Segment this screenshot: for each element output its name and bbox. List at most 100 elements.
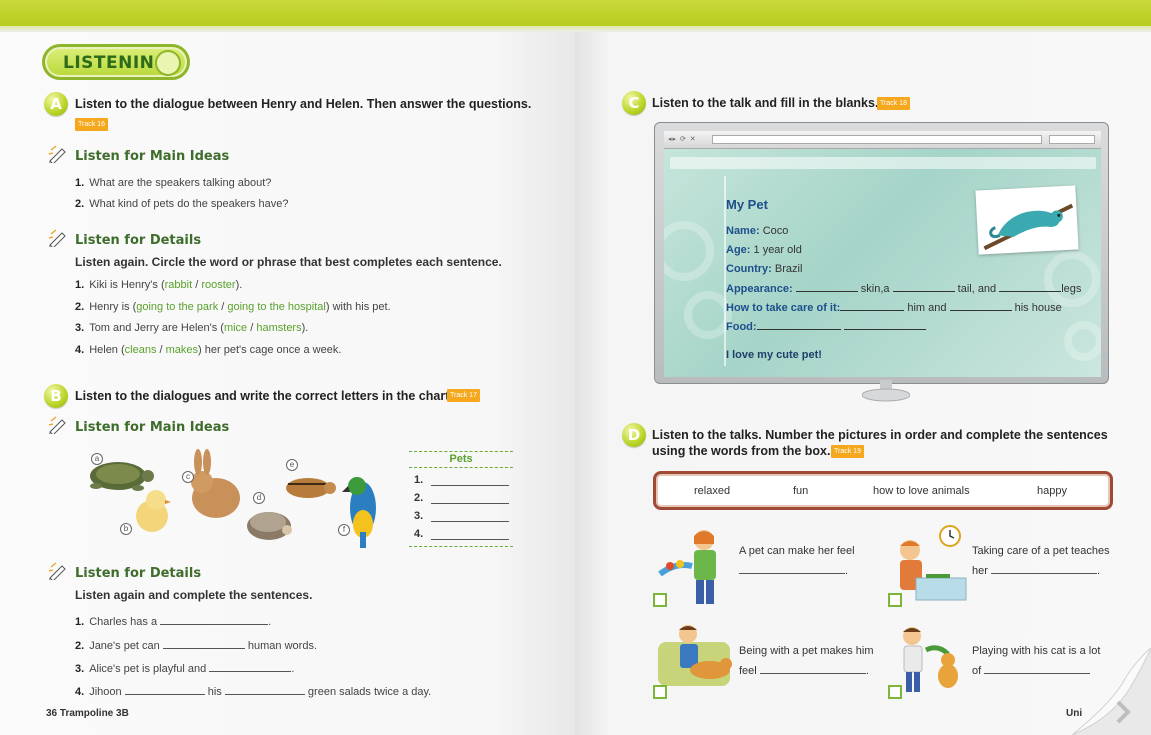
- option-separator: /: [156, 344, 166, 356]
- answer-blank[interactable]: [843, 320, 926, 330]
- section-b-instruction: Listen to the dialogues and write the co…: [75, 389, 453, 403]
- answer-blank[interactable]: [840, 301, 905, 311]
- d-sentence-text: her: [972, 565, 988, 577]
- a-main-ideas-heading: Listen for Main Ideas: [75, 149, 230, 164]
- d-sentence-text: .: [865, 665, 869, 677]
- pencil-icon: [48, 145, 66, 163]
- section-b-badge: B: [44, 384, 68, 408]
- order-number-box[interactable]: [653, 593, 667, 607]
- pencil-icon: [48, 562, 66, 580]
- item-text: his: [207, 686, 222, 698]
- item-number: 3.: [75, 322, 85, 334]
- pets-answer-3[interactable]: [431, 512, 509, 522]
- page-banner-strip: [670, 157, 1096, 169]
- option-2[interactable]: rooster: [201, 279, 235, 291]
- chameleon-picture: [983, 203, 1074, 251]
- item-number: 4.: [75, 686, 85, 698]
- answer-blank[interactable]: [124, 685, 205, 695]
- answer-blank[interactable]: [160, 615, 269, 625]
- item-number: 2.: [75, 301, 85, 313]
- option-separator: /: [247, 322, 257, 334]
- card-text: legs: [1061, 283, 1082, 295]
- age-value: 1 year old: [753, 244, 802, 256]
- section-c-instruction: Listen to the talk and fill in the blank…: [652, 96, 879, 110]
- browser-nav-icons: ◂▸ ⟳ ✕: [668, 136, 697, 143]
- chameleon-photo: [975, 185, 1079, 255]
- item-text: .: [268, 616, 272, 628]
- option-2[interactable]: hamsters: [256, 322, 301, 334]
- item-post: ) with his pet.: [325, 301, 391, 313]
- item-text: Charles has a: [89, 616, 158, 628]
- order-number-box[interactable]: [653, 685, 667, 699]
- country-label: Country:: [726, 263, 772, 275]
- item-text: human words.: [247, 640, 317, 652]
- pets-answer-4[interactable]: [431, 530, 509, 540]
- animal-label-d: d: [253, 492, 265, 504]
- word-how-to-love-animals: how to love animals: [873, 485, 970, 497]
- option-1[interactable]: rabbit: [165, 279, 193, 291]
- answer-blank[interactable]: [990, 564, 1097, 574]
- computer-monitor: ◂▸ ⟳ ✕: [654, 122, 1109, 384]
- d-sentence-text: of: [972, 665, 982, 677]
- browser-search-box[interactable]: [1049, 135, 1095, 144]
- card-appearance: Appearance: skin,a tail, and legs: [726, 282, 1081, 295]
- pets-answer-2[interactable]: [431, 494, 509, 504]
- track-17-badge: Track 17: [447, 389, 480, 402]
- answer-blank[interactable]: [224, 685, 305, 695]
- option-1[interactable]: cleans: [125, 344, 157, 356]
- d-sentence-text: feel: [739, 665, 757, 677]
- pets-row-4: 4.: [414, 528, 424, 540]
- word-fun: fun: [793, 485, 809, 497]
- left-page: [0, 32, 575, 735]
- a-details-heading: Listen for Details: [75, 233, 202, 248]
- item-number: 4.: [75, 344, 85, 356]
- b-main-ideas-heading: Listen for Main Ideas: [75, 420, 230, 435]
- listening-title: LISTENING: [63, 53, 169, 73]
- answer-blank[interactable]: [892, 282, 955, 292]
- option-1[interactable]: mice: [224, 322, 247, 334]
- item-text: green salads twice a day.: [307, 686, 432, 698]
- track-16-badge: Track 16: [75, 118, 108, 131]
- a-detail-4: 4. Helen (cleans / makes) her pet's cage …: [75, 344, 341, 356]
- chipmunk-picture: [286, 478, 336, 498]
- option-separator: /: [218, 301, 228, 313]
- answer-blank[interactable]: [739, 564, 845, 574]
- order-number-box[interactable]: [888, 593, 902, 607]
- ear-icon: [155, 50, 181, 76]
- answer-blank[interactable]: [162, 639, 245, 649]
- d-sentence-2-line2: her .: [972, 561, 1100, 581]
- answer-blank[interactable]: [756, 320, 841, 330]
- pets-chart: Pets 1. 2. 3. 4.: [409, 451, 513, 547]
- chick-picture: [136, 490, 171, 532]
- address-bar[interactable]: [712, 135, 1042, 144]
- decorative-circle: [1044, 251, 1100, 307]
- d-sentence-1-line2: .: [739, 561, 848, 581]
- top-color-bar: [0, 0, 1151, 26]
- d-sentence-3-line1: Being with a pet makes him: [739, 645, 874, 657]
- a-question-1: 1. What are the speakers talking about?: [75, 177, 271, 189]
- pets-answer-1[interactable]: [431, 476, 509, 486]
- answer-blank[interactable]: [795, 282, 858, 292]
- item-pre: Helen (: [89, 344, 125, 356]
- option-2[interactable]: going to the hospital: [227, 301, 325, 313]
- option-2[interactable]: makes: [166, 344, 198, 356]
- a-detail-1: 1. Kiki is Henry's (rabbit / rooster).: [75, 279, 242, 291]
- pets-row-2: 2.: [414, 492, 424, 504]
- order-number-box[interactable]: [888, 685, 902, 699]
- section-d-badge: D: [622, 423, 646, 447]
- item-number: 1.: [75, 279, 85, 291]
- answer-blank[interactable]: [999, 282, 1062, 292]
- answer-blank[interactable]: [209, 662, 292, 672]
- boy-with-cat-picture: [903, 627, 958, 692]
- card-food: Food:: [726, 320, 926, 333]
- browser-toolbar: ◂▸ ⟳ ✕: [664, 131, 1101, 149]
- d-sentence-text: .: [845, 565, 849, 577]
- animal-label-a: a: [91, 453, 103, 465]
- option-1[interactable]: going to the park: [136, 301, 218, 313]
- page-curl-corner[interactable]: [1072, 648, 1151, 735]
- track-19-badge: Track 19: [831, 445, 864, 458]
- answer-blank[interactable]: [949, 301, 1012, 311]
- decorative-circle: [664, 221, 714, 281]
- answer-blank[interactable]: [759, 664, 866, 674]
- a-question-2: 2. What kind of pets do the speakers have…: [75, 198, 289, 210]
